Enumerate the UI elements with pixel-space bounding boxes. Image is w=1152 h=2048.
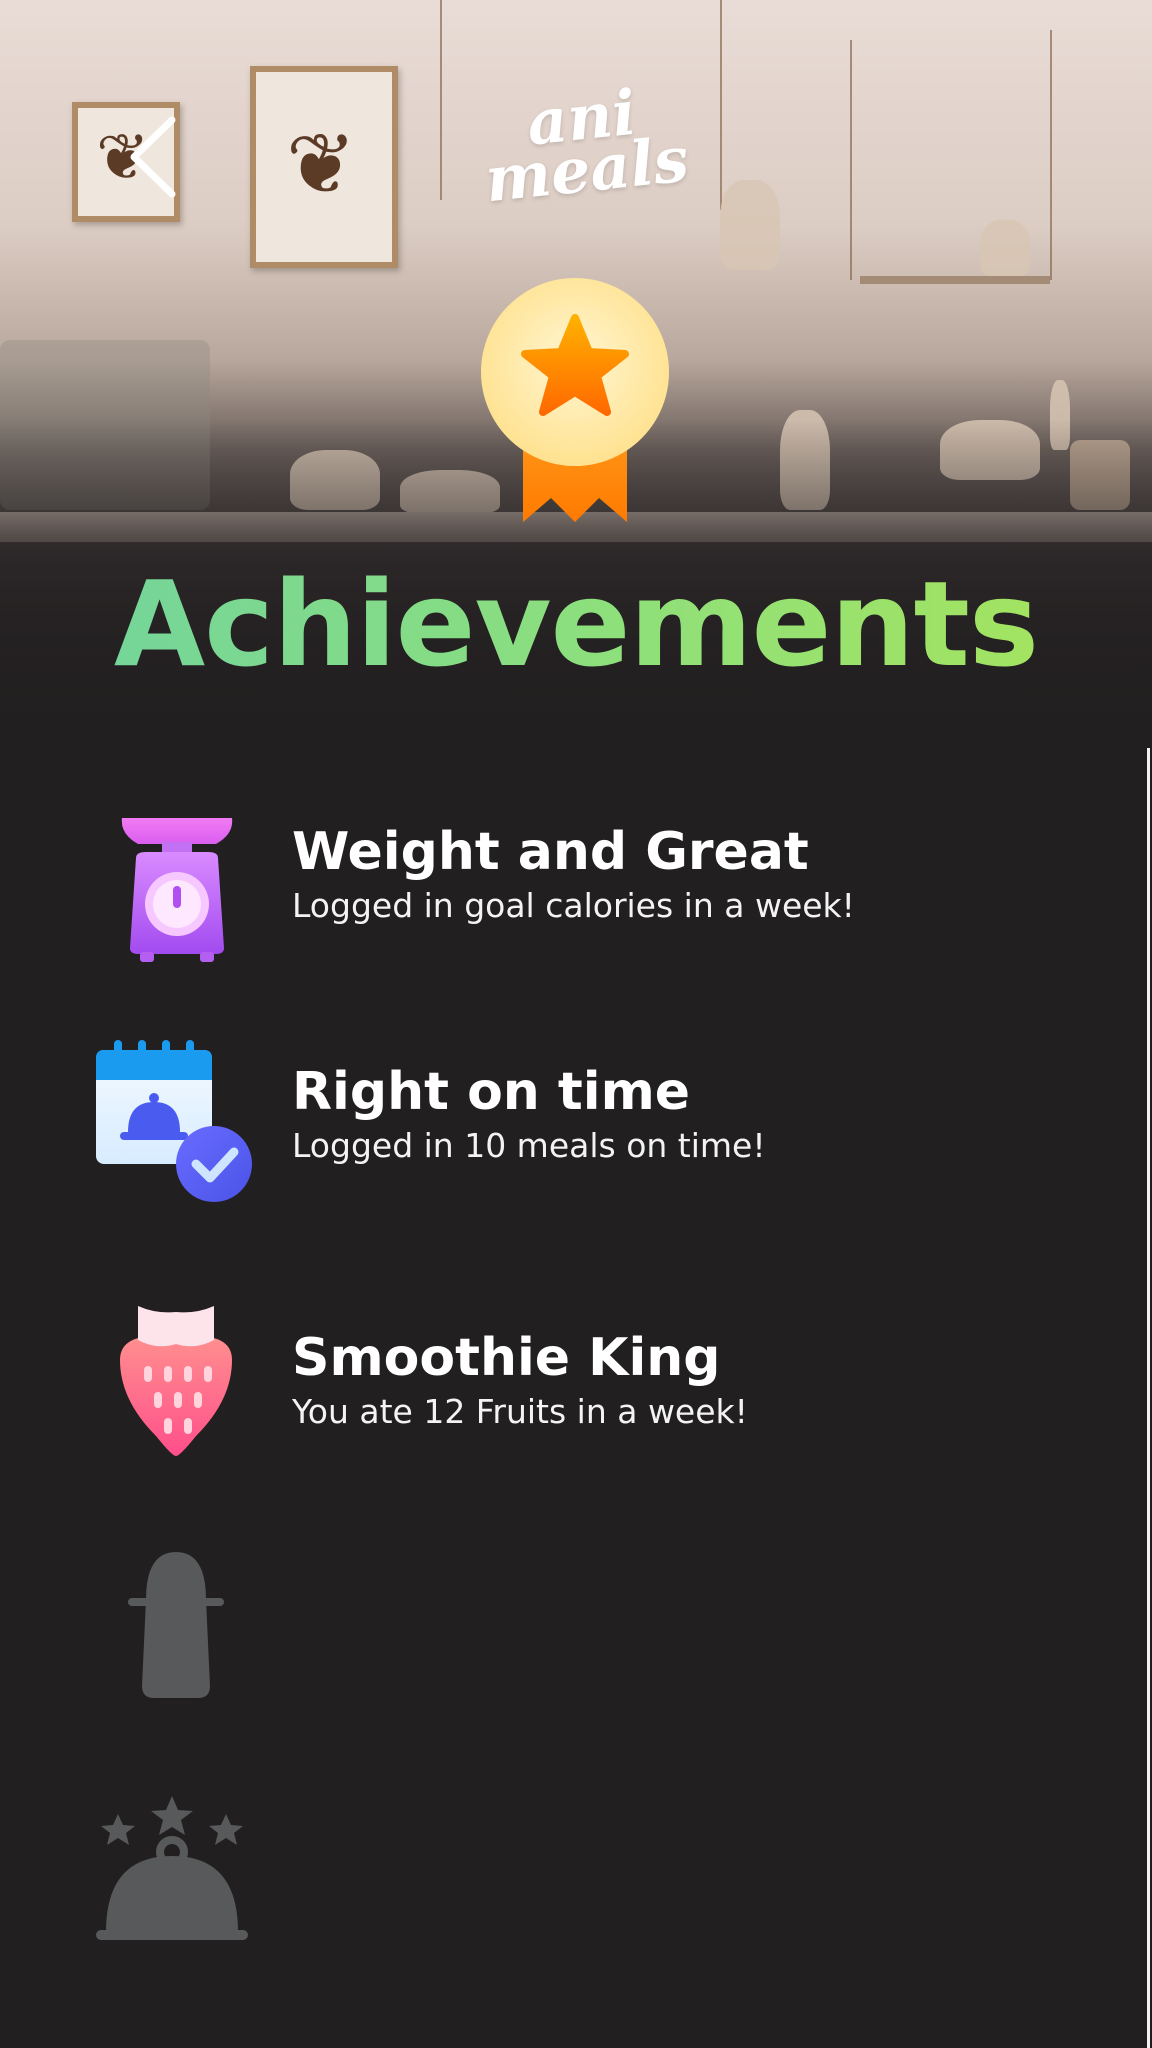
calendar-cloche-check-icon [96, 1040, 256, 1202]
achievement-item-locked[interactable] [0, 1540, 1100, 1740]
achievement-name: Right on time [292, 1062, 691, 1122]
achievement-item[interactable]: Smoothie King You ate 12 Fruits in a wee… [0, 1296, 1100, 1496]
achievement-item[interactable]: Right on time Logged in 10 meals on time… [0, 1040, 1100, 1240]
achievement-item[interactable]: Weight and Great Logged in goal calories… [0, 800, 1100, 1000]
achievement-description: Logged in 10 meals on time! [292, 1126, 766, 1165]
chevron-left-icon [130, 116, 176, 198]
achievement-list: Weight and Great Logged in goal calories… [0, 750, 1152, 2048]
back-button[interactable] [120, 112, 190, 202]
achievement-item-locked[interactable] [0, 1780, 1100, 1980]
achievement-name: Weight and Great [292, 822, 809, 882]
cloche-stars-icon [96, 1792, 256, 1952]
achievement-name: Smoothie King [292, 1328, 721, 1388]
logo-line-2: meals [481, 122, 692, 217]
achievement-description: You ate 12 Fruits in a week! [292, 1392, 748, 1431]
kitchen-scale-icon [96, 808, 256, 968]
achievement-description: Logged in goal calories in a week! [292, 886, 855, 925]
strawberry-icon [96, 1300, 256, 1460]
page-title: Achievements [0, 559, 1152, 690]
salt-shaker-icon [96, 1546, 256, 1706]
star-medal-icon [475, 272, 675, 532]
